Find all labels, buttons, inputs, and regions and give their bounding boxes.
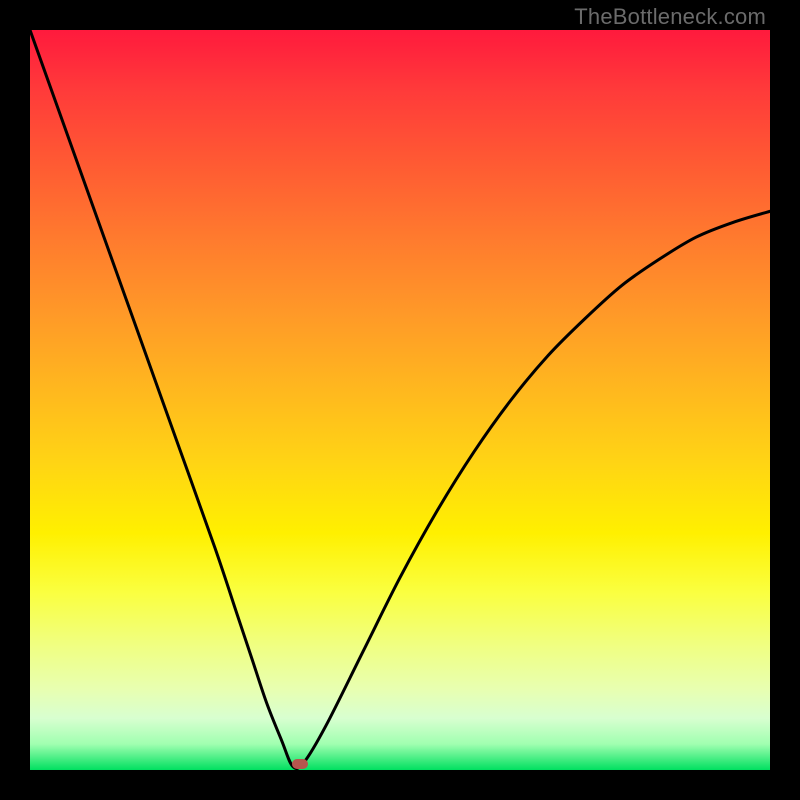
plot-area bbox=[30, 30, 770, 770]
bottleneck-curve-path bbox=[30, 30, 770, 769]
chart-frame: TheBottleneck.com bbox=[0, 0, 800, 800]
curve-svg bbox=[30, 30, 770, 770]
minimum-marker bbox=[292, 759, 308, 769]
watermark-text: TheBottleneck.com bbox=[574, 4, 766, 30]
